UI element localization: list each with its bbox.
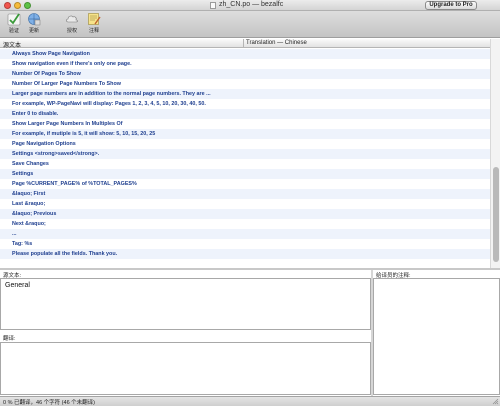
cloud-icon (66, 15, 78, 23)
checkmark-icon (7, 13, 21, 26)
string-row[interactable]: Page %CURRENT_PAGE% of %TOTAL_PAGES% (0, 179, 490, 189)
list-scrollbar[interactable] (490, 39, 500, 268)
update-label: 更新 (28, 28, 39, 34)
toolbar: 验证 更新 授权 注释 (0, 11, 500, 38)
string-list: 源文本 Translation — Chinese Always Show Pa… (0, 39, 500, 268)
title-bar: zh_CN.po — bezalfc Upgrade to Pro (0, 0, 500, 11)
document-icon (210, 2, 216, 9)
comment-button[interactable]: 注释 (82, 12, 106, 34)
zoom-window-button[interactable] (24, 2, 31, 9)
update-button[interactable]: 更新 (22, 12, 46, 34)
column-header-translation[interactable]: Translation — Chinese (246, 40, 307, 46)
string-row[interactable]: Always Show Page Navigation (0, 49, 490, 59)
translation-field[interactable] (0, 342, 371, 395)
minimize-window-button[interactable] (14, 2, 21, 9)
globe-update-icon (28, 13, 41, 26)
source-text-field[interactable]: General (0, 278, 371, 330)
string-row[interactable]: Last &raquo; (0, 199, 490, 209)
string-row[interactable]: Larger page numbers are in addition to t… (0, 89, 490, 99)
split-divider[interactable] (0, 268, 500, 270)
translator-comments-field[interactable] (373, 278, 500, 395)
list-header: 源文本 Translation — Chinese (0, 39, 490, 49)
window-title: zh_CN.po — bezalfc (219, 1, 284, 8)
string-row[interactable]: Settings <strong>saved</strong>. (0, 149, 490, 159)
string-row[interactable]: &laquo; First (0, 189, 490, 199)
string-row[interactable]: Number Of Larger Page Numbers To Show (0, 79, 490, 89)
authorize-label: 授权 (66, 28, 77, 34)
string-row[interactable]: For example, if mutiple is 5, it will sh… (0, 129, 490, 139)
string-row[interactable]: Save Changes (0, 159, 490, 169)
authorize-button[interactable]: 授权 (60, 12, 84, 34)
string-row[interactable]: Tag: %s (0, 239, 490, 249)
string-row[interactable]: Settings (0, 169, 490, 179)
string-row[interactable]: Next &raquo; (0, 219, 490, 229)
string-row[interactable]: Please populate all the fields. Thank yo… (0, 249, 490, 259)
string-row[interactable]: Enter 0 to disable. (0, 109, 490, 119)
close-window-button[interactable] (4, 2, 11, 9)
string-row[interactable]: ... (0, 229, 490, 239)
status-bar: 0 % 已翻译，46 个字符 (46 个未翻译) (0, 396, 500, 406)
string-row[interactable]: Show navigation even if there's only one… (0, 59, 490, 69)
string-row[interactable]: &laquo; Previous (0, 209, 490, 219)
column-divider[interactable] (243, 39, 244, 48)
string-row[interactable]: Show Larger Page Numbers In Multiples Of (0, 119, 490, 129)
string-row[interactable]: For example, WP-PageNavi will display: P… (0, 99, 490, 109)
note-pencil-icon (88, 13, 101, 25)
source-text-value: General (5, 282, 30, 289)
status-text: 0 % 已翻译，46 个字符 (46 个未翻译) (3, 400, 95, 406)
string-row[interactable]: Number Of Pages To Show (0, 69, 490, 79)
scrollbar-thumb[interactable] (493, 167, 499, 262)
translation-label: 翻译: (3, 336, 16, 342)
string-row[interactable]: Page Navigation Options (0, 139, 490, 149)
upgrade-to-pro-button[interactable]: Upgrade to Pro (425, 1, 477, 10)
comment-label: 注释 (88, 28, 99, 34)
rows-container: Always Show Page Navigation Show navigati… (0, 49, 490, 268)
resize-grip-icon[interactable] (492, 398, 499, 405)
column-header-source[interactable]: 源文本 (3, 40, 21, 49)
